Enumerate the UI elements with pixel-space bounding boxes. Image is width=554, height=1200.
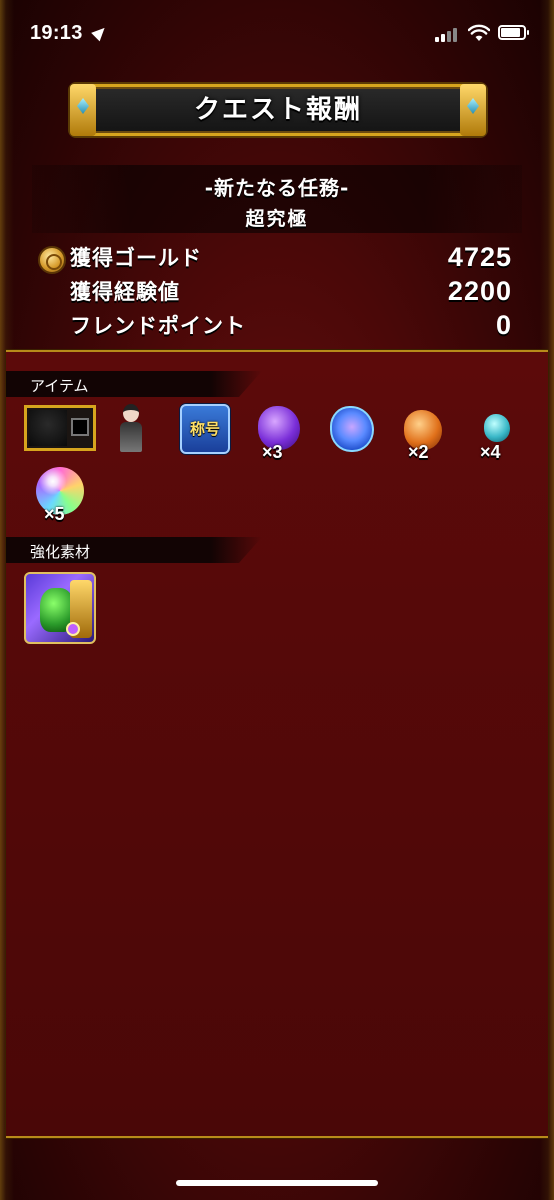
frame-item[interactable] bbox=[24, 405, 96, 451]
battery-level bbox=[501, 28, 520, 37]
quest-name: -新たなる任務- bbox=[204, 176, 350, 200]
materials-section-title: 強化素材 bbox=[30, 543, 91, 561]
home-indicator[interactable] bbox=[176, 1180, 378, 1186]
quest-difficulty: 超究極 bbox=[245, 208, 309, 230]
reward-row-exp: 獲得経験値 2200 bbox=[70, 276, 512, 308]
avatar-body bbox=[120, 422, 142, 452]
reward-row-gold: 獲得ゴールド 4725 bbox=[70, 242, 512, 274]
enhancement-material-item[interactable] bbox=[24, 572, 96, 644]
cellular-signal-icon bbox=[435, 28, 459, 42]
avatar-item[interactable] bbox=[116, 402, 146, 456]
status-time: 19:13 bbox=[30, 22, 83, 44]
battery-icon bbox=[498, 25, 529, 40]
reward-value: 2200 bbox=[447, 276, 512, 306]
reward-row-friend-points: フレンドポイント 0 bbox=[70, 310, 512, 342]
status-bar: 19:13 bbox=[0, 0, 554, 66]
gold-coin-icon bbox=[38, 246, 66, 274]
items-section-title: アイテム bbox=[30, 377, 89, 395]
reward-label: 獲得経験値 bbox=[70, 280, 180, 304]
reward-value: 4725 bbox=[447, 242, 512, 272]
location-arrow-icon bbox=[91, 23, 109, 42]
title-badge-label: 称号 bbox=[189, 420, 220, 438]
frame-square-icon bbox=[71, 418, 89, 436]
frame-portrait bbox=[29, 410, 67, 446]
rewards-panel bbox=[6, 350, 548, 1138]
teal-orb-item[interactable] bbox=[484, 414, 510, 442]
item-quantity: ×3 bbox=[262, 442, 283, 462]
reward-value: 0 bbox=[495, 310, 512, 340]
avatar-head bbox=[123, 404, 139, 422]
reward-label: フレンドポイント bbox=[70, 314, 246, 338]
blue-orb-item[interactable] bbox=[330, 406, 374, 452]
material-gem-icon bbox=[66, 622, 80, 636]
title-badge-item[interactable]: 称号 bbox=[180, 404, 230, 454]
wifi-icon bbox=[468, 24, 490, 41]
item-quantity: ×5 bbox=[44, 504, 65, 524]
item-quantity: ×4 bbox=[480, 442, 501, 462]
reward-label: 獲得ゴールド bbox=[70, 246, 202, 270]
page-title: クエスト報酬 bbox=[193, 95, 362, 125]
item-quantity: ×2 bbox=[408, 442, 429, 462]
